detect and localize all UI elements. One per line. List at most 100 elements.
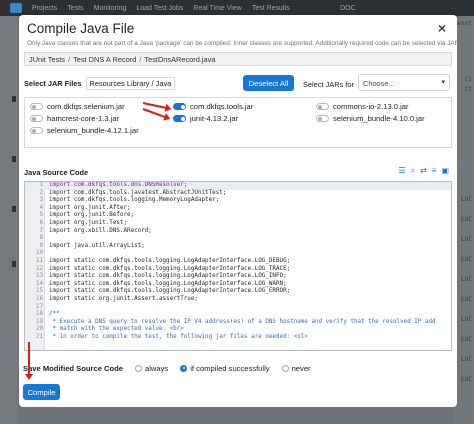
compile-java-modal: Compile Java File × Only Java classes th… bbox=[19, 15, 457, 407]
background-mark bbox=[12, 156, 16, 162]
jar-item[interactable]: selenium_bundle-4.10.0.jar bbox=[316, 114, 425, 123]
code-line: 9 import java.util.ArrayList; bbox=[25, 243, 451, 251]
code-line: 17 bbox=[25, 304, 451, 312]
line-text: import com.dkfqs.tools.dns.DNSResolver; bbox=[49, 182, 188, 188]
background-label: Ct bbox=[464, 86, 472, 93]
jar-item[interactable]: junit-4.13.2.jar bbox=[173, 114, 238, 123]
jar-toggle[interactable] bbox=[316, 115, 329, 122]
source-code-header: Java Source Code ☰ ⌕ ⇄ ≡ ▣ bbox=[24, 166, 452, 178]
background-label: LOC bbox=[461, 296, 472, 303]
select-jars-for-label: Select JARs for bbox=[303, 80, 354, 89]
search-icon[interactable]: ⌕ bbox=[411, 166, 415, 176]
line-number: 8 bbox=[39, 235, 43, 242]
close-icon[interactable]: × bbox=[435, 21, 449, 35]
line-text: * Execute a DNS query to resolve the IP … bbox=[49, 318, 436, 325]
dropdown-value: Choose... bbox=[363, 79, 395, 88]
line-text: import static com.dkfqs.tools.logging.Lo… bbox=[49, 288, 291, 295]
modal-header: Compile Java File × bbox=[19, 15, 457, 40]
radio-label: if compiled successfully bbox=[190, 363, 270, 373]
jar-toggle[interactable] bbox=[316, 103, 329, 110]
nav-doc: DOC bbox=[339, 4, 356, 12]
jar-name: junit-4.13.2.jar bbox=[190, 114, 239, 123]
annotation-arrow bbox=[25, 342, 33, 380]
code-line: 8 bbox=[25, 235, 451, 243]
deselect-all-button[interactable]: Deselect All bbox=[243, 75, 294, 91]
jar-toggle[interactable] bbox=[30, 115, 43, 122]
line-number: 12 bbox=[35, 265, 43, 272]
modal-subtitle: Only Java classes that are not part of a… bbox=[27, 40, 457, 47]
chevron-down-icon: ▾ bbox=[441, 79, 445, 86]
line-text: import org.junit.After; bbox=[49, 204, 131, 211]
indent-icon[interactable]: ≡ bbox=[432, 166, 437, 176]
line-text: import static com.dkfqs.tools.logging.Lo… bbox=[49, 280, 287, 287]
code-line: 19 * Execute a DNS query to resolve the … bbox=[25, 319, 451, 327]
line-number: 16 bbox=[35, 295, 43, 302]
list-icon[interactable]: ☰ bbox=[398, 166, 405, 176]
line-number: 21 bbox=[35, 333, 43, 340]
jar-name: com.dkfqs.selenium.jar bbox=[47, 102, 125, 111]
code-line: 15 import static com.dkfqs.tools.logging.… bbox=[25, 288, 451, 296]
line-number: 18 bbox=[35, 311, 43, 318]
breadcrumb-separator: / bbox=[139, 54, 142, 64]
code-line: 20 * match with the expected value. <br> bbox=[25, 326, 451, 334]
save-option-always[interactable]: always bbox=[135, 364, 168, 373]
background-label: LOC bbox=[461, 356, 472, 363]
jar-item[interactable]: selenium_bundle-4.12.1.jar bbox=[30, 126, 139, 135]
jar-name: selenium_bundle-4.12.1.jar bbox=[47, 126, 139, 135]
line-text: import org.junit.Before; bbox=[49, 212, 135, 219]
background-mark bbox=[12, 206, 16, 212]
code-line: 21 * In order to compile the test, the f… bbox=[25, 334, 451, 342]
line-number: 3 bbox=[39, 197, 43, 204]
jar-item[interactable]: commons-io-2.13.0.jar bbox=[316, 102, 409, 111]
breadcrumb-separator: / bbox=[68, 54, 71, 64]
save-option-if-compiled[interactable]: if compiled successfully bbox=[180, 363, 270, 373]
line-number: 14 bbox=[35, 280, 43, 287]
code-line: 4 import org.junit.After; bbox=[25, 205, 451, 213]
line-number: 4 bbox=[39, 204, 43, 211]
jar-item[interactable]: com.dkfqs.selenium.jar bbox=[30, 102, 125, 111]
background-right-strip: Reset Ct Ct LOC LOC LOC LOC LOC LOC LOC … bbox=[454, 16, 474, 424]
code-line: 13 import static com.dkfqs.tools.logging.… bbox=[25, 273, 451, 281]
code-editor[interactable]: 1 import com.dkfqs.tools.dns.DNSResolver;… bbox=[24, 181, 452, 351]
save-option-never[interactable]: never bbox=[281, 363, 311, 373]
line-text: import com.dkfqs.tools.javatest.Abstract… bbox=[49, 189, 227, 196]
line-text: import org.xbill.DNS.ARecord; bbox=[49, 227, 152, 234]
breadcrumb-item: JUnit Tests bbox=[29, 54, 66, 64]
line-text: import static com.dkfqs.tools.logging.Lo… bbox=[49, 265, 291, 272]
jar-toggle[interactable] bbox=[173, 115, 186, 122]
code-line: 3 import com.dkfqs.tools.logging.MemoryLo… bbox=[25, 197, 451, 205]
background-label: LOC bbox=[461, 216, 472, 223]
line-number: 11 bbox=[35, 257, 43, 264]
background-label: LOC bbox=[461, 336, 472, 343]
jar-item[interactable]: hamcrest-core-1.3.jar bbox=[30, 114, 119, 123]
background-label: LOC bbox=[461, 236, 472, 243]
nav-projects: Projects bbox=[32, 4, 58, 12]
expand-icon[interactable]: ▣ bbox=[441, 166, 449, 176]
compile-button[interactable]: Compile bbox=[23, 384, 60, 400]
radio-button[interactable] bbox=[135, 364, 143, 372]
radio-button[interactable] bbox=[281, 364, 289, 372]
code-line: 1 import com.dkfqs.tools.dns.DNSResolver; bbox=[25, 182, 451, 190]
code-line: 7 import org.xbill.DNS.ARecord; bbox=[25, 228, 451, 236]
line-number: 5 bbox=[39, 212, 43, 219]
code-line: 12 import static com.dkfqs.tools.logging.… bbox=[25, 266, 451, 274]
select-jars-for-dropdown[interactable]: Choose... ▾ bbox=[358, 74, 450, 91]
nav-load-test-jobs: Load Test Jobs bbox=[136, 4, 184, 12]
line-number: 17 bbox=[35, 303, 43, 310]
line-number: 9 bbox=[39, 242, 43, 249]
line-text: * match with the expected value. <br> bbox=[49, 326, 184, 333]
code-line: 16 import static org.junit.Assert.assertT… bbox=[25, 296, 451, 304]
app-logo-icon bbox=[10, 3, 22, 13]
radio-label: never bbox=[291, 363, 311, 373]
replace-icon[interactable]: ⇄ bbox=[420, 166, 427, 176]
line-text: import static com.dkfqs.tools.logging.Lo… bbox=[49, 273, 287, 280]
line-text: import java.util.ArrayList; bbox=[49, 242, 145, 249]
jar-toggle[interactable] bbox=[30, 127, 43, 134]
line-text: import static com.dkfqs.tools.logging.Lo… bbox=[49, 257, 291, 264]
jar-item[interactable]: com.dkfqs.tools.jar bbox=[173, 102, 253, 111]
jar-toggle[interactable] bbox=[30, 103, 43, 110]
background-label: Ct bbox=[464, 76, 472, 83]
jar-toggle[interactable] bbox=[173, 103, 186, 110]
line-text: * In order to compile the test, the foll… bbox=[49, 333, 308, 340]
radio-button[interactable] bbox=[180, 364, 188, 372]
